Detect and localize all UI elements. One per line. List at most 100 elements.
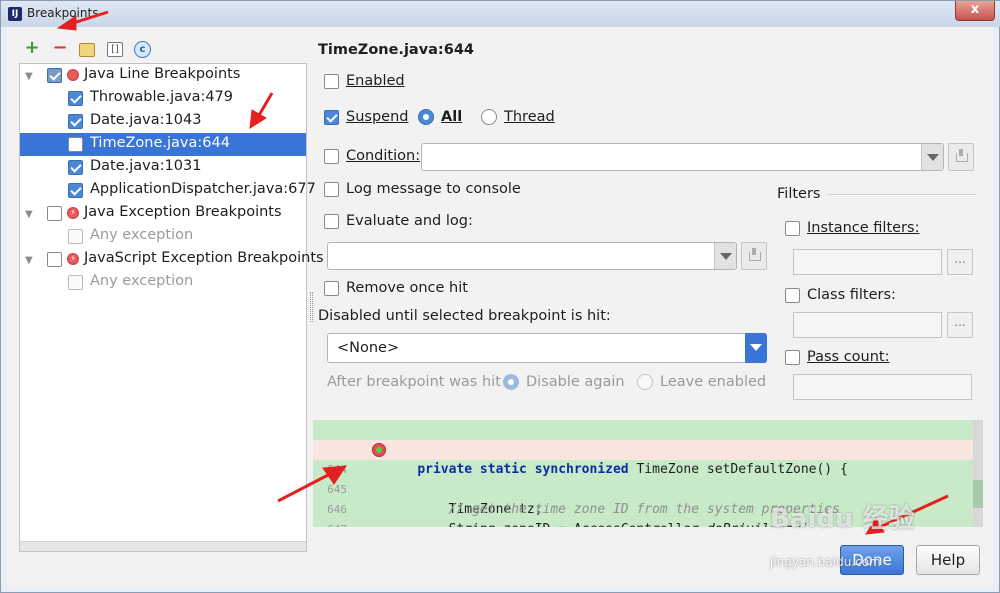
class-filters-label: Class filters: (807, 287, 896, 303)
disable-again-radio[interactable]: Disable again (503, 374, 625, 390)
disable-again-label: Disable again (526, 374, 625, 390)
tree-item[interactable]: Date.java:1043 (20, 110, 306, 133)
radio-button[interactable] (418, 109, 434, 125)
tree-item-label: Any exception (90, 227, 194, 243)
tree-item[interactable]: Any exception (20, 271, 306, 294)
checkbox-box[interactable] (785, 349, 800, 365)
instance-filters-input[interactable] (793, 249, 942, 275)
expand-arrow-icon[interactable]: ▼ (25, 255, 35, 266)
class-filters-browse-button[interactable]: ... (947, 312, 973, 338)
expand-editor-icon[interactable] (741, 242, 767, 270)
suspend-thread-radio[interactable]: Thread (481, 109, 555, 125)
title-bar[interactable]: IJ Breakpoints x (1, 1, 1000, 27)
checkbox-box[interactable] (324, 213, 339, 229)
instance-filters-checkbox[interactable]: Instance filters: (785, 220, 919, 236)
group-by-class-icon[interactable]: c (134, 41, 151, 58)
checkbox-box[interactable] (324, 73, 339, 89)
chevron-down-icon[interactable] (745, 333, 767, 363)
tree-item[interactable]: Date.java:1031 (20, 156, 306, 179)
instance-filters-browse-button[interactable]: ... (947, 249, 973, 275)
tree-item[interactable]: ApplicationDispatcher.java:677 (20, 179, 316, 202)
condition-input[interactable] (421, 143, 944, 171)
breakpoints-tree: ▼ Java Line Breakpoints Throwable.java:4… (19, 63, 324, 552)
radio-button[interactable] (481, 109, 497, 125)
item-checkbox[interactable] (68, 183, 83, 198)
folder-icon[interactable] (79, 43, 95, 57)
class-filters-checkbox[interactable]: Class filters: (785, 287, 896, 303)
tree-item-label: Date.java:1031 (90, 158, 202, 174)
code-scrollbar[interactable] (973, 420, 983, 527)
tree-item-label: Java Line Breakpoints (84, 66, 241, 82)
baidu-watermark-url: jingyan.baidu.com (770, 555, 881, 569)
scrollbar-thumb[interactable] (973, 480, 983, 508)
condition-row: Condition: (324, 148, 420, 164)
leave-enabled-radio[interactable]: Leave enabled (637, 374, 766, 390)
group-by-file-icon[interactable]: [] (107, 42, 123, 57)
chevron-down-icon[interactable] (921, 144, 943, 170)
item-checkbox[interactable] (68, 137, 83, 152)
radio-button[interactable] (503, 374, 519, 390)
all-label: All (441, 109, 463, 125)
group-checkbox[interactable] (47, 206, 62, 221)
horizontal-scrollbar[interactable] (20, 541, 306, 551)
item-checkbox[interactable] (68, 114, 83, 129)
tree-group-java-exception[interactable]: ▼ ⚡ Java Exception Breakpoints (20, 202, 306, 225)
item-checkbox[interactable] (68, 91, 83, 106)
checkbox-box[interactable] (785, 287, 800, 303)
breakpoint-title: TimeZone.java:644 (318, 42, 475, 58)
exception-breakpoint-icon: ⚡ (67, 253, 79, 265)
item-checkbox[interactable] (68, 275, 83, 290)
item-checkbox[interactable] (68, 229, 83, 244)
chevron-down-icon[interactable] (714, 243, 736, 269)
radio-button[interactable] (637, 374, 653, 390)
class-filters-input[interactable] (793, 312, 942, 338)
suspend-all-radio[interactable]: All (418, 109, 462, 125)
evaluate-input[interactable] (327, 242, 737, 270)
tree-group-javascript-exception[interactable]: ▼ ⚡ JavaScript Exception Breakpoints (20, 248, 324, 271)
breakpoint-marker-icon[interactable] (372, 443, 386, 457)
expand-arrow-icon[interactable]: ▼ (25, 209, 35, 220)
plus-icon[interactable]: + (23, 39, 41, 58)
filters-divider (828, 194, 976, 195)
suspend-label: Suspend (346, 109, 409, 125)
tree-group-java-line[interactable]: ▼ Java Line Breakpoints (20, 64, 306, 87)
pass-count-label: Pass count: (807, 349, 890, 365)
tree-item-label: Throwable.java:479 (90, 89, 234, 105)
tree-item-label: Any exception (90, 273, 194, 289)
group-checkbox[interactable] (47, 252, 62, 267)
condition-checkbox[interactable] (324, 148, 339, 164)
tree-item-selected[interactable]: TimeZone.java:644 (20, 133, 306, 156)
log-message-checkbox[interactable]: Log message to console (324, 181, 521, 197)
expand-editor-icon[interactable] (948, 143, 974, 171)
help-button[interactable]: Help (916, 545, 980, 575)
tree-item-label: Java Exception Breakpoints (84, 204, 282, 220)
remove-once-label: Remove once hit (346, 280, 468, 296)
enabled-label: Enabled (346, 73, 405, 89)
leave-enabled-label: Leave enabled (660, 374, 767, 390)
instance-filters-label: Instance filters: (807, 220, 920, 236)
condition-label: Condition: (346, 148, 421, 164)
close-button[interactable]: x (955, 1, 995, 21)
checkbox-box[interactable] (324, 280, 339, 296)
tree-item[interactable]: Any exception (20, 225, 306, 248)
code-line: 646 String zoneID = AccessController.doP… (313, 480, 983, 527)
tree-item[interactable]: Throwable.java:479 (20, 87, 306, 110)
checkbox-box[interactable] (785, 220, 800, 236)
tree-item-label: TimeZone.java:644 (90, 135, 230, 151)
remove-once-hit-checkbox[interactable]: Remove once hit (324, 280, 468, 296)
evaluate-log-checkbox[interactable]: Evaluate and log: (324, 213, 473, 229)
tree-item-label: JavaScript Exception Breakpoints (84, 250, 324, 266)
enabled-checkbox[interactable]: Enabled (324, 73, 405, 89)
checkbox-box[interactable] (324, 181, 339, 197)
suspend-checkbox[interactable] (324, 109, 339, 125)
disabled-until-select[interactable]: <None> (327, 333, 767, 363)
group-checkbox[interactable] (47, 68, 62, 83)
expand-arrow-icon[interactable]: ▼ (25, 71, 35, 82)
pass-count-checkbox[interactable]: Pass count: (785, 349, 890, 365)
minus-icon[interactable]: − (51, 39, 69, 58)
log-message-label: Log message to console (346, 181, 521, 197)
line-breakpoint-icon (67, 69, 79, 81)
item-checkbox[interactable] (68, 160, 83, 175)
pass-count-input[interactable] (793, 374, 972, 400)
splitter-handle[interactable] (310, 292, 313, 322)
